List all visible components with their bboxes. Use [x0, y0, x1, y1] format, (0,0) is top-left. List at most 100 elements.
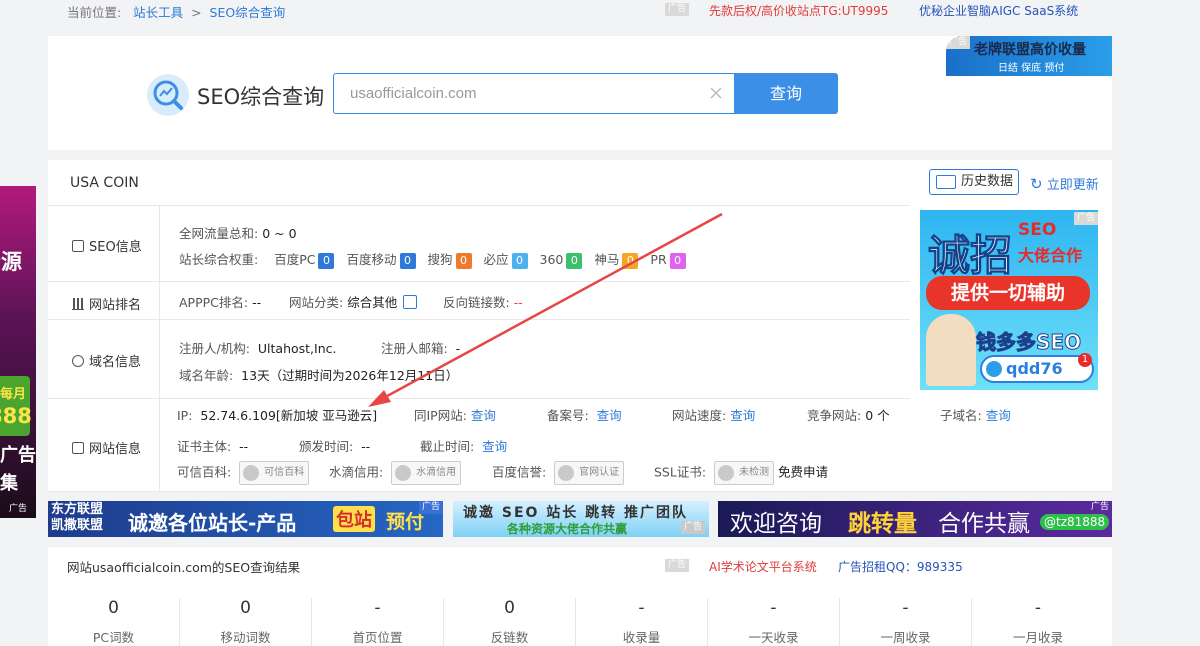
apppc-rank: APPPC排名: --: [179, 292, 261, 311]
ad-banner-2-sub: 各种资源大佬合作共赢: [507, 522, 628, 536]
same-ip-link[interactable]: 查询: [471, 408, 496, 423]
age-label: 域名年龄:: [179, 368, 234, 383]
weight-list: 百度PC 0 百度移动 0 搜狗 0 必应 0 360 0 神马 0 PR 0: [262, 252, 686, 269]
results-title: 网站usaofficialcoin.com的SEO查询结果: [67, 560, 301, 575]
website-icon: [72, 442, 84, 454]
issue-time: 颁发时间: --: [299, 436, 370, 455]
bar-chart-icon: [72, 298, 84, 310]
speed-label: 网站速度:: [672, 408, 727, 423]
trust-badge-label: 可信百科: [264, 467, 305, 478]
cert-value: --: [239, 439, 249, 454]
weight-badge[interactable]: 0: [566, 253, 583, 269]
ssl-badge-label: 未检测: [739, 467, 769, 478]
row-label-text: 网站信息: [89, 442, 142, 457]
baidu-badge[interactable]: 官网认证: [554, 461, 625, 485]
ad-big-text: 诚招: [927, 231, 1013, 281]
ad-tag: 广告: [665, 3, 690, 16]
category-value: 综合其他: [347, 295, 398, 310]
cert-subject: 证书主体: --: [177, 436, 248, 455]
top-ad-link-left[interactable]: 先款后权/高价收站点TG:UT9995: [709, 2, 888, 19]
weight-item: 搜狗 0: [428, 252, 472, 269]
backlink-value: --: [513, 295, 523, 310]
ad-tag: 广告: [418, 501, 443, 514]
age-value: 13天（过期时间为2026年12月11日）: [241, 368, 459, 383]
ad-banner-1-text: 诚邀各位站长-产品: [128, 511, 297, 535]
refresh-button[interactable]: ↻ 立即更新: [1030, 174, 1099, 193]
ad-banner-1[interactable]: 东方联盟 凯撒联盟 诚邀各位站长-产品 包站 预付 广告: [48, 501, 443, 537]
speed-link[interactable]: 查询: [730, 408, 755, 423]
row-label-text: 网站排名: [89, 298, 142, 313]
search-input[interactable]: [334, 74, 694, 113]
breadcrumb-current[interactable]: SEO综合查询: [210, 5, 286, 20]
water-badge[interactable]: 水滴信用: [391, 461, 462, 485]
issue-value: --: [361, 439, 371, 454]
history-data-button[interactable]: 历史数据: [929, 169, 1019, 195]
divider: [48, 398, 910, 399]
ssl-apply-link[interactable]: 免费申请: [778, 465, 828, 480]
compete-value: 0 个: [865, 408, 890, 423]
ad-banner-left[interactable]: 资源 每月 888 广告 采集 广告: [0, 186, 36, 518]
stat-value: -: [770, 598, 777, 618]
divider: [48, 205, 910, 206]
ssl-badge[interactable]: 未检测: [714, 461, 774, 485]
traffic-total: 全网流量总和: 0 ~ 0: [179, 223, 297, 242]
ssl-label: SSL证书:: [654, 464, 707, 480]
search-button[interactable]: 查询: [734, 73, 838, 114]
top-ad-link-right[interactable]: 优秘企业智脑AIGC SaaS系统: [919, 2, 1078, 19]
weight-item: PR 0: [650, 252, 686, 269]
expire-link[interactable]: 查询: [482, 439, 507, 454]
site-category: 网站分类: 综合其他: [289, 292, 418, 311]
weight-badge[interactable]: 0: [669, 253, 686, 269]
weight-badge[interactable]: 0: [622, 253, 639, 269]
subdomain-link[interactable]: 查询: [986, 408, 1011, 423]
weight-item: 必应 0: [484, 252, 528, 269]
icp-link[interactable]: 查询: [597, 408, 622, 423]
trust-badge[interactable]: 可信百科: [239, 461, 310, 485]
email-label: 注册人邮箱:: [381, 341, 448, 356]
notification-badge: 1: [1078, 353, 1092, 367]
weight-badge[interactable]: 0: [399, 253, 416, 269]
ad-banner-2-text: 诚邀 SEO 站长 跳转 推广团队: [463, 505, 689, 521]
weight-item: 神马 0: [594, 252, 639, 269]
stat-label: 移动词数: [220, 630, 271, 645]
ad-tag: 广告: [1090, 502, 1109, 512]
ad-banner-1-highlight: 包站: [333, 506, 375, 532]
site-name: USA COIN: [70, 175, 139, 191]
row-label-seo: SEO信息: [72, 236, 142, 255]
shield-icon: [243, 465, 260, 481]
weight-badge[interactable]: 0: [455, 253, 472, 269]
ad-tag: 广告: [946, 36, 971, 49]
weight-item: 百度移动 0: [346, 252, 416, 269]
competitor-sites: 竞争网站: 0 个: [807, 405, 890, 424]
ad-banner-top-right[interactable]: 广告 老牌联盟高价收量 日结 保底 预付: [946, 36, 1112, 76]
ip-info: IP: 52.74.6.109[新加坡 亚马逊云]: [177, 405, 377, 424]
brand-line-2: 凯撒联盟: [51, 518, 104, 533]
row-label-website: 网站信息: [72, 438, 141, 457]
ad-banner-3[interactable]: 欢迎咨询 跳转量 合作共赢 @tz81888 广告: [718, 501, 1112, 537]
close-icon[interactable]: [708, 85, 724, 105]
stat-item: 0 PC词数: [48, 598, 180, 646]
results-ad-link-1[interactable]: AI学术论文平台系统: [709, 558, 817, 575]
ip-value: 52.74.6.109[新加坡 亚马逊云]: [200, 408, 378, 423]
ad-banner-right[interactable]: 诚招 SEO 大佬合作 广告 提供一切辅助 钱多多SEO qdd76 1: [920, 210, 1098, 390]
ad-banner-2[interactable]: 诚邀 SEO 站长 跳转 推广团队 各种资源大佬合作共赢 广告: [453, 501, 709, 537]
email-value: -: [455, 341, 461, 356]
issue-label: 颁发时间:: [299, 439, 354, 454]
ad-coop-text: 大佬合作: [1018, 246, 1083, 265]
ad-tag: 广告: [665, 559, 690, 572]
stat-value: -: [638, 598, 645, 618]
ad-left-text: 资源: [0, 250, 22, 274]
weight-row: 站长综合权重: 百度PC 0 百度移动 0 搜狗 0 必应 0 360 0 神马 0 PR 0: [179, 249, 686, 269]
history-icon: [936, 175, 956, 189]
baidu-label: 百度信誉:: [492, 464, 547, 480]
weight-badge[interactable]: 0: [318, 253, 335, 269]
stat-label: 反链数: [490, 630, 529, 645]
results-ad-link-2[interactable]: 广告招租QQ：989335: [838, 558, 963, 575]
weight-name: 神马: [594, 252, 620, 267]
edit-icon[interactable]: [403, 295, 418, 309]
ad-money-text: 钱多多SEO: [975, 330, 1082, 355]
weight-badge[interactable]: 0: [511, 253, 528, 269]
stat-label: 一周收录: [880, 630, 931, 645]
breadcrumb-home-link[interactable]: 站长工具: [133, 5, 183, 20]
registrant: 注册人/机构: Ultahost,Inc.: [179, 338, 337, 357]
